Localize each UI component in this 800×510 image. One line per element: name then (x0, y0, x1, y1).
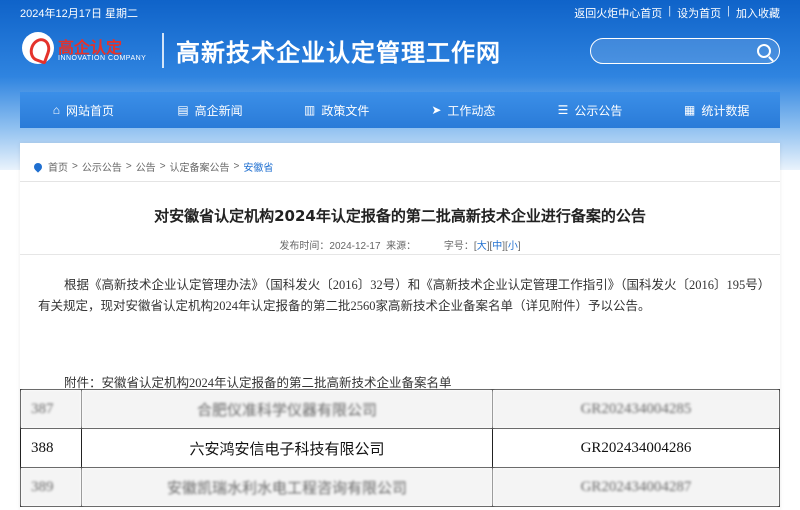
nav-label: 统计数据 (701, 103, 750, 118)
breadcrumb-home[interactable]: 首页 (48, 159, 68, 174)
nav-label: 工作动态 (447, 103, 496, 118)
breadcrumb-notices[interactable]: 公示公告 (82, 159, 122, 174)
article-body: 根据《高新技术企业认定管理办法》（国科发火〔2016〕32号）和《高新技术企业认… (38, 278, 765, 313)
table-row: 389 安徽凯瑞水利水电工程咨询有限公司 GR202434004287 (20, 467, 780, 507)
breadcrumb-separator: > (233, 161, 240, 172)
separator: | (727, 5, 730, 17)
divider (20, 181, 780, 182)
nav-label: 公示公告 (574, 103, 623, 118)
company-name: 六安鸿安信电子科技有限公司 (81, 428, 493, 468)
separator: | (668, 5, 672, 17)
top-links: 返回火炬中心首页 | 设为首页 | 加入收藏 (574, 5, 780, 21)
table-row: 388 六安鸿安信电子科技有限公司 GR202434004286 (20, 428, 780, 468)
location-pin-icon (32, 160, 44, 173)
nav-item-notices[interactable]: ☰ 公示公告 (527, 92, 654, 128)
chart-icon: ▦ (684, 103, 696, 117)
link-torch-home[interactable]: 返回火炬中心首页 (574, 5, 662, 21)
nav-item-policy[interactable]: ▥ 政策文件 (273, 92, 400, 128)
row-number: 387 (20, 389, 82, 429)
font-size-label: 字号： (443, 241, 474, 252)
breadcrumb: 首页 > 公示公告 > 公告 > 认定备案公告 > 安徽省 (32, 159, 273, 174)
main-nav: ⌂ 网站首页 ▤ 高企新闻 ▥ 政策文件 ➤ 工作动态 ☰ 公示公告 ▦ 统计数… (20, 92, 780, 128)
home-icon: ⌂ (52, 103, 60, 117)
breadcrumb-current[interactable]: 安徽省 (243, 159, 273, 174)
nav-item-work[interactable]: ➤ 工作动态 (400, 92, 527, 128)
search-input[interactable] (601, 42, 755, 62)
certificate-code: GR202434004285 (492, 389, 780, 429)
top-bar: 2024年12月17日 星期二 返回火炬中心首页 | 设为首页 | 加入收藏 (0, 0, 800, 24)
source-label: 来源： (386, 241, 417, 252)
article-panel: 首页 > 公示公告 > 公告 > 认定备案公告 > 安徽省 对安徽省认定机构20… (20, 143, 780, 510)
filing-table: 387 合肥仪准科学仪器有限公司 GR202434004285 388 六安鸿安… (20, 389, 780, 507)
link-add-favorite[interactable]: 加入收藏 (736, 5, 780, 21)
certificate-code: GR202434004287 (492, 467, 780, 507)
breadcrumb-separator: > (125, 161, 132, 172)
row-number: 388 (20, 428, 82, 468)
logo-subtitle: INNOVATION COMPANY (58, 55, 147, 62)
nav-label: 网站首页 (65, 103, 114, 118)
divider (20, 254, 780, 255)
company-name: 合肥仪准科学仪器有限公司 (81, 389, 493, 429)
send-icon: ➤ (431, 103, 442, 117)
current-date: 2024年12月17日 星期二 (20, 8, 138, 20)
nav-item-home[interactable]: ⌂ 网站首页 (20, 92, 147, 128)
breadcrumb-separator: > (159, 161, 166, 172)
nav-label: 高企新闻 (194, 103, 243, 118)
font-size-large[interactable]: 大 (477, 241, 487, 252)
news-icon: ▤ (177, 103, 189, 117)
font-size-small[interactable]: 小 (508, 241, 518, 252)
article-title: 对安徽省认定机构2024年认定报备的第二批高新技术企业进行备案的公告 (154, 207, 646, 225)
breadcrumb-announcements[interactable]: 公告 (136, 159, 156, 174)
row-number: 389 (20, 467, 82, 507)
link-set-homepage[interactable]: 设为首页 (677, 5, 721, 21)
table-row: 387 合肥仪准科学仪器有限公司 GR202434004285 (20, 389, 780, 429)
nav-item-news[interactable]: ▤ 高企新闻 (147, 92, 274, 128)
site-title: 高新技术企业认定管理工作网 (162, 33, 501, 68)
notice-icon: ☰ (557, 103, 569, 117)
published-date: 2024-12-17 (329, 241, 381, 252)
search-box (590, 38, 780, 64)
article-meta: 发布时间：2024-12-17 来源： 字号：[大][中][小] (279, 241, 521, 252)
document-icon: ▥ (304, 103, 316, 117)
published-label: 发布时间： (279, 241, 330, 252)
company-name: 安徽凯瑞水利水电工程咨询有限公司 (81, 467, 493, 507)
site-logo[interactable]: 高企认定 INNOVATION COMPANY (22, 30, 152, 68)
search-icon[interactable] (757, 44, 771, 58)
logo-mark-icon (22, 32, 54, 64)
nav-item-stats[interactable]: ▦ 统计数据 (653, 92, 780, 128)
certificate-code: GR202434004286 (492, 428, 780, 468)
breadcrumb-filing[interactable]: 认定备案公告 (170, 159, 230, 174)
breadcrumb-separator: > (72, 161, 78, 172)
nav-label: 政策文件 (321, 103, 370, 118)
font-size-medium[interactable]: 中 (492, 241, 502, 252)
